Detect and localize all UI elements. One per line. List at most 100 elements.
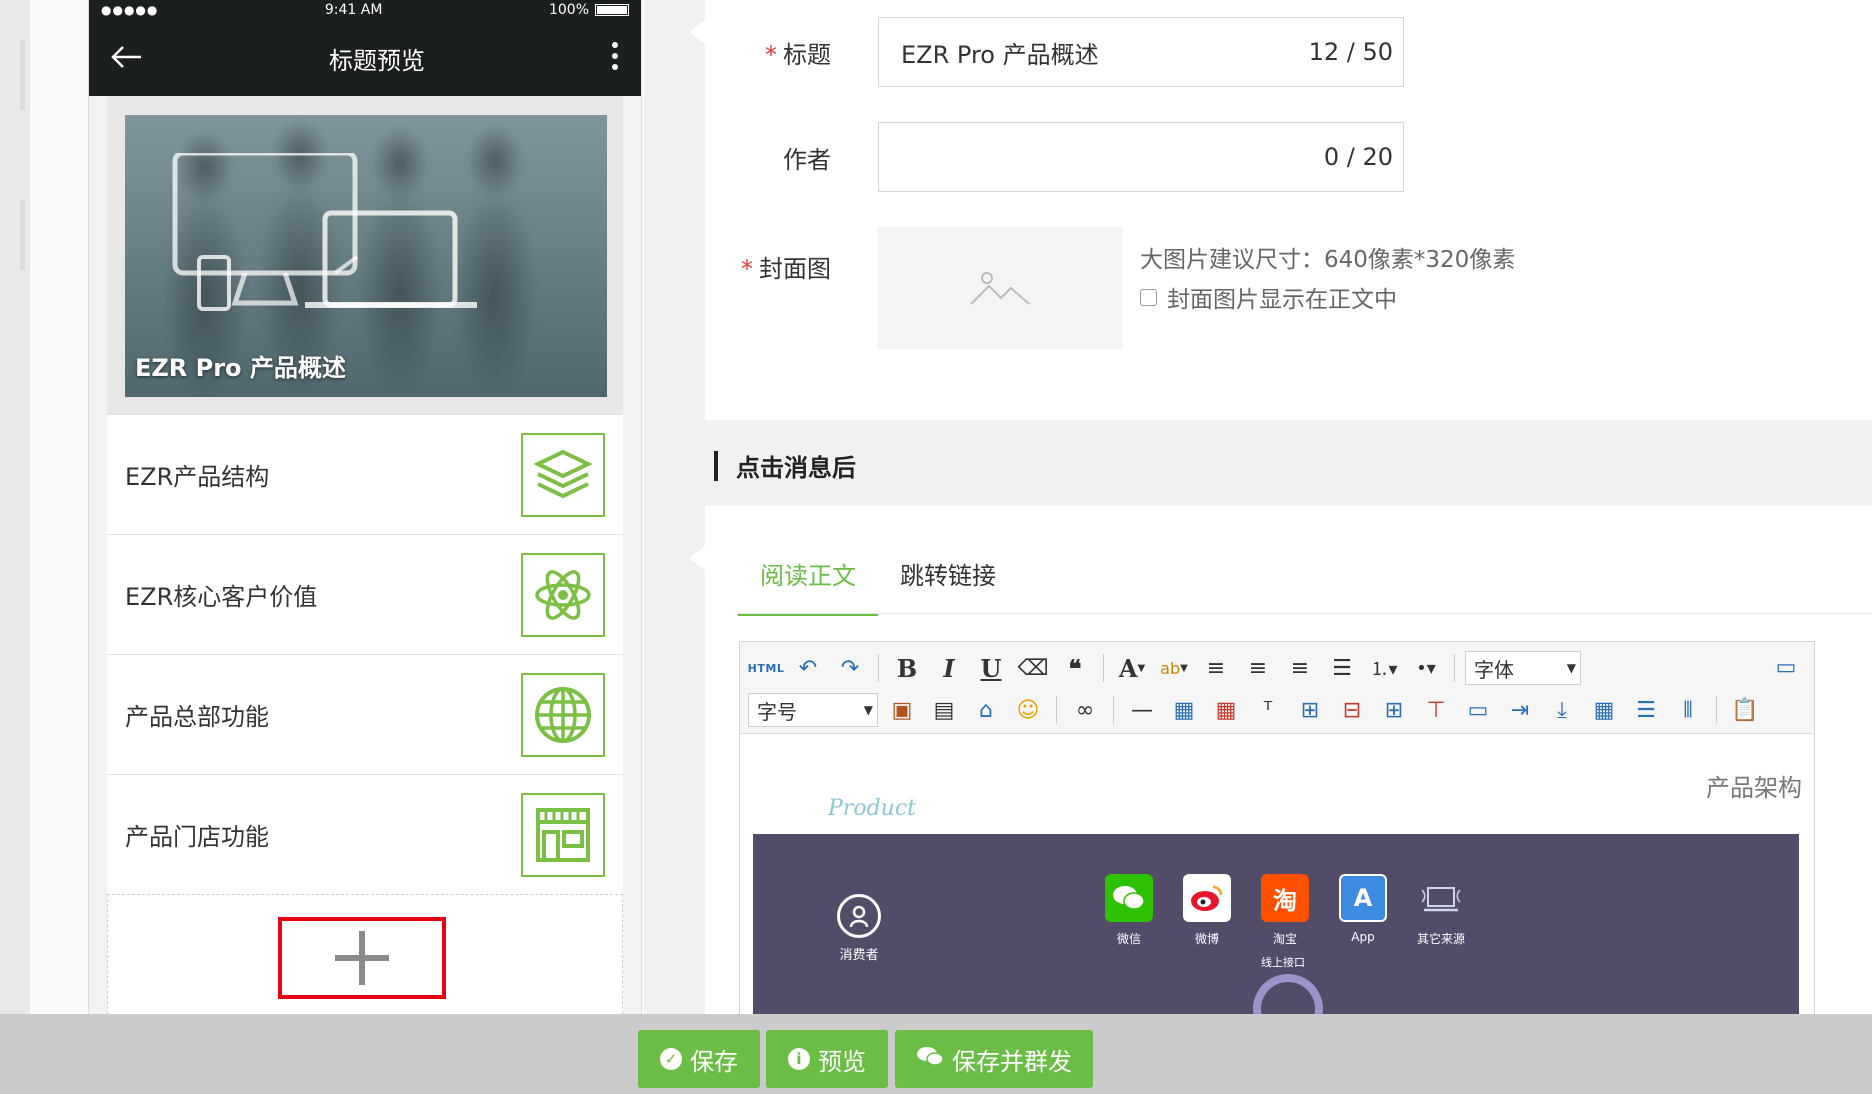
merge-down-icon[interactable]: ⤓ (1544, 693, 1580, 727)
redo-icon[interactable]: ↷ (832, 651, 868, 685)
list-item[interactable]: EZR核心客户价值 (107, 534, 623, 654)
content-tabs: 阅读正文 跳转链接 (738, 556, 1018, 616)
italic-icon[interactable]: I (931, 651, 967, 685)
insert-row-icon[interactable]: ⊞ (1292, 693, 1328, 727)
bold-icon[interactable]: B (889, 651, 925, 685)
emoji-icon[interactable]: ☺ (1010, 693, 1046, 727)
align-justify-icon[interactable]: ☰ (1324, 651, 1360, 685)
save-and-send-button[interactable]: 保存并群发 (895, 1030, 1093, 1088)
author-row: 作者 0 / 20 (705, 122, 1404, 192)
eraser-icon[interactable]: ⌫ (1015, 651, 1051, 685)
title-char-count: 12 / 50 (1308, 38, 1393, 66)
cover-in-body-label: 封面图片显示在正文中 (1167, 287, 1397, 313)
font-color-icon[interactable]: A ▼ (1114, 651, 1150, 685)
phone-preview-panel: ●●●●● 9:41 AM 100% 标题预览 EZR Pro 产品概述 EZR… (30, 0, 644, 1014)
author-input[interactable]: 0 / 20 (878, 122, 1404, 192)
online-api-label: 线上接口 (1261, 956, 1305, 969)
toolbar-row-2: 字号 ▼ ▣ ▤ ⌂ ☺ ∞ — ▦ ▦ ᵀ ⊞ ⊟ ⊞ ⊤ ▭ ⇥ ⤓ ▦ ☰ … (748, 692, 1763, 728)
align-center-icon[interactable]: ≡ (1240, 651, 1276, 685)
preview-button[interactable]: i 预览 (766, 1030, 888, 1088)
tabs-divider (738, 613, 1872, 614)
add-article-button[interactable] (278, 917, 446, 999)
save-button[interactable]: ✓ 保存 (638, 1030, 760, 1088)
channel-icons: 微信 微博 淘 淘宝 A App 其它来源 (1103, 874, 1467, 947)
horizontal-rule-icon[interactable]: — (1124, 693, 1160, 727)
title-label: * 标题 (765, 40, 831, 69)
table-header-icon[interactable]: ᵀ (1250, 693, 1286, 727)
battery-percent: 100% (548, 2, 589, 18)
action-bar: ✓ 保存 i 预览 保存并群发 (0, 1014, 1872, 1094)
delete-table-icon[interactable]: ▦ (1208, 693, 1244, 727)
font-family-select[interactable]: 字体 ▼ (1465, 651, 1581, 685)
taobao-icon: 淘 (1261, 874, 1309, 922)
delete-row-icon[interactable]: ⊟ (1334, 693, 1370, 727)
cover-label: * 封面图 (741, 255, 831, 283)
unordered-list-icon[interactable]: •▾ (1408, 651, 1444, 685)
channel-taobao: 淘 淘宝 (1259, 874, 1311, 947)
insert-column-icon[interactable]: ⊞ (1376, 693, 1412, 727)
arrow-left-icon[interactable] (111, 41, 143, 75)
delete-column-icon[interactable]: ⊤ (1418, 693, 1454, 727)
table-icon[interactable]: ▦ (1166, 693, 1202, 727)
list-item-label: 产品门店功能 (125, 823, 269, 851)
phone-status-bar: ●●●●● 9:41 AM 100% (89, 0, 641, 20)
channel-other: 其它来源 (1415, 874, 1467, 947)
list-item[interactable]: 产品总部功能 (107, 654, 623, 774)
cover-upload[interactable] (878, 227, 1122, 349)
align-right-icon[interactable]: ≡ (1282, 651, 1318, 685)
list-item[interactable]: EZR产品结构 (107, 414, 623, 534)
list-item-label: EZR核心客户价值 (125, 583, 318, 611)
html-source-button[interactable]: HTML (748, 651, 784, 685)
align-left-icon[interactable]: ≡ (1198, 651, 1234, 685)
author-label: 作者 (783, 145, 831, 174)
phone-nav-bar: 标题预览 (89, 20, 641, 96)
content-product-text: Product (828, 796, 916, 821)
news-list: EZR Pro 产品概述 EZR产品结构 EZR核心客户价值 产品总部功能 产品… (107, 96, 623, 1014)
ordered-list-icon[interactable]: ⒈▾ (1366, 651, 1402, 685)
paste-icon[interactable]: 📋 (1727, 693, 1763, 727)
cover-in-body-option: 封面图片显示在正文中 (1140, 280, 1397, 314)
cover-row: * 封面图 (705, 227, 1122, 349)
link-icon[interactable]: ∞ (1067, 693, 1103, 727)
plus-icon (335, 931, 389, 985)
editor-content[interactable]: 产品架构 Product 消费者 微信 微博 淘 淘宝 A App 其它来源 线… (740, 734, 1814, 1020)
chat-bubbles-icon (916, 1045, 944, 1073)
globe-icon (521, 672, 605, 757)
split-columns-icon[interactable]: ⦀ (1670, 693, 1706, 727)
map-icon[interactable]: ⌂ (968, 693, 1004, 727)
title-input[interactable]: EZR Pro 产品概述 12 / 50 (878, 17, 1404, 87)
phone-nav-title: 标题预览 (329, 46, 425, 75)
merge-right-icon[interactable]: ⇥ (1502, 693, 1538, 727)
laptop-wifi-icon (1417, 874, 1465, 922)
fullscreen-icon[interactable]: ▭ (1768, 650, 1804, 684)
video-icon[interactable]: ▤ (926, 693, 962, 727)
app-store-icon: A (1339, 874, 1387, 922)
tab-read-body[interactable]: 阅读正文 (738, 556, 878, 616)
list-item[interactable]: 产品门店功能 (107, 774, 623, 894)
toolbar-divider (1056, 696, 1057, 724)
underline-icon[interactable]: U (973, 651, 1009, 685)
quote-icon[interactable]: ❝ (1057, 651, 1093, 685)
title-row: * 标题 EZR Pro 产品概述 12 / 50 (705, 17, 1404, 87)
tab-jump-link[interactable]: 跳转链接 (878, 556, 1018, 616)
add-article-area (107, 894, 623, 1014)
list-item-label: 产品总部功能 (125, 703, 269, 731)
undo-icon[interactable]: ↶ (790, 651, 826, 685)
split-cells-icon[interactable]: ▦ (1586, 693, 1622, 727)
consumer-node: 消费者 (837, 894, 881, 963)
highlight-color-icon[interactable]: ab ▼ (1156, 651, 1192, 685)
cover-article-card[interactable]: EZR Pro 产品概述 (107, 96, 623, 414)
merge-cells-icon[interactable]: ▭ (1460, 693, 1496, 727)
left-edge-strip (0, 0, 30, 1014)
cover-in-body-checkbox[interactable] (1140, 288, 1157, 306)
content-heading: 产品架构 (1706, 774, 1802, 802)
font-size-select[interactable]: 字号 ▼ (748, 693, 878, 727)
image-icon[interactable]: ▣ (884, 693, 920, 727)
title-input-value: EZR Pro 产品概述 (901, 40, 1099, 69)
devices-illustration (172, 153, 477, 311)
split-rows-icon[interactable]: ☰ (1628, 693, 1664, 727)
wechat-icon (1105, 874, 1153, 922)
battery-icon (595, 4, 629, 16)
check-circle-icon: ✓ (660, 1048, 682, 1070)
more-vertical-icon[interactable] (611, 41, 619, 75)
